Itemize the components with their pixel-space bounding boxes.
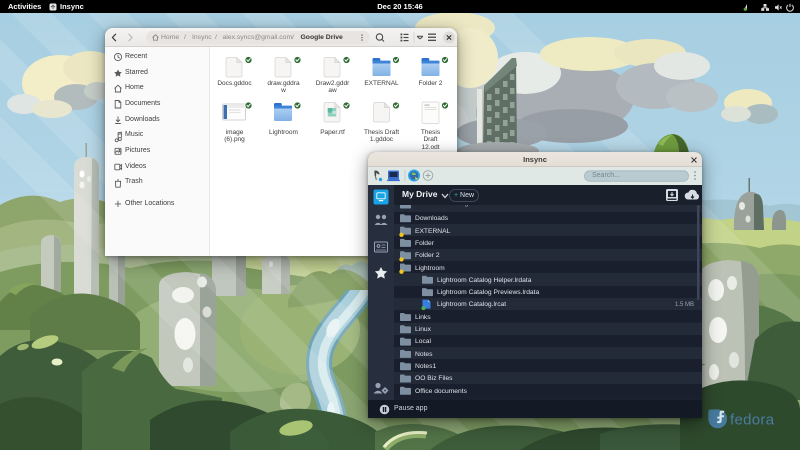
svg-text:fedora: fedora bbox=[730, 412, 775, 429]
